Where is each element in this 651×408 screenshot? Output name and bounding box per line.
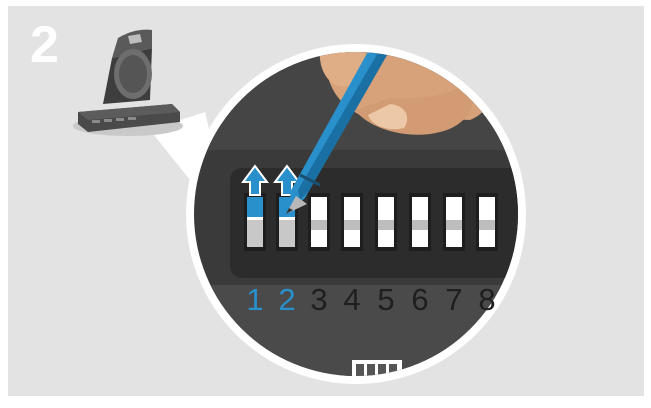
dip-switch-lower	[247, 220, 263, 247]
dip-switch-knob	[479, 230, 495, 247]
dip-switch-knob	[311, 230, 327, 247]
dip-label-3: 3	[310, 282, 327, 317]
dip-label-8: 8	[478, 282, 495, 317]
dip-switch-upper	[479, 197, 495, 217]
dip-switch-upper	[412, 197, 428, 217]
dip-label-7: 7	[445, 282, 462, 317]
step-number: 2	[30, 16, 59, 74]
dip-switch-knob	[412, 230, 428, 247]
dip-switch-upper	[311, 197, 327, 217]
dip-switch-upper	[446, 197, 462, 217]
dip-switch-upper	[247, 197, 263, 217]
dip-label-6: 6	[411, 282, 428, 317]
dip-switch-knob	[378, 230, 394, 247]
dip-switch-knob	[344, 230, 360, 247]
dip-switch-upper	[378, 197, 394, 217]
dip-label-5: 5	[377, 282, 394, 317]
dip-label-1: 1	[246, 282, 263, 317]
instruction-illustration: 1 2 3 4 5 6 7 8 2	[0, 0, 651, 403]
dip-switch-lower	[279, 220, 295, 247]
dip-label-4: 4	[343, 282, 360, 317]
dip-label-2: 2	[278, 282, 295, 317]
dip-switch-knob	[446, 230, 462, 247]
dip-switch-upper	[344, 197, 360, 217]
